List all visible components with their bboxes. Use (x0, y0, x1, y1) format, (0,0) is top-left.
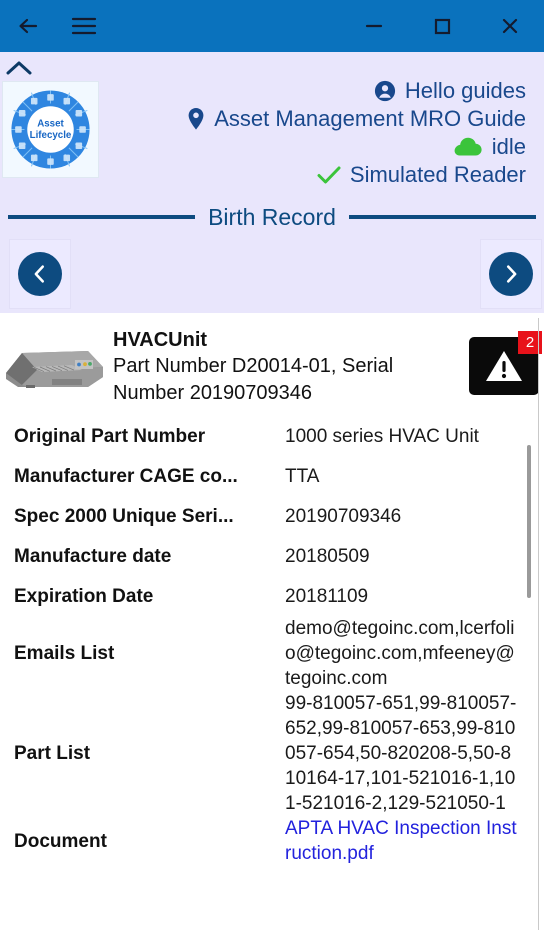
back-button[interactable] (0, 0, 56, 52)
asset-subtitle: Part Number D20014-01, Serial Number 201… (113, 355, 394, 404)
detail-value: demo@tegoinc.com,lcerfolio@tegoinc.com,m… (285, 618, 515, 689)
asset-detail-table: Original Part Number 1000 series HVAC Uni… (0, 416, 544, 866)
detail-value: TTA (285, 465, 320, 487)
previous-record-circle (18, 252, 62, 296)
close-icon (502, 18, 518, 34)
asset-name: HVACUnit (113, 329, 208, 351)
detail-label: Manufacture date (14, 545, 172, 567)
chevron-right-icon (506, 265, 517, 283)
hvac-unit-image (6, 351, 103, 388)
minimize-icon (365, 24, 383, 28)
guide-row: Asset Management MRO Guide (187, 106, 526, 132)
record-content: HVACUnit Part Number D20014-01, Serial N… (0, 313, 544, 930)
minimize-button[interactable] (340, 0, 408, 52)
logo-text-line2: Lifecycle (30, 130, 72, 141)
table-row: Expiration Date 20181109 (0, 576, 544, 616)
user-icon (374, 80, 396, 102)
page-title: Birth Record (208, 203, 336, 230)
record-title-bar: Birth Record (0, 199, 544, 235)
app-window: Asset Lifecycle Hello guides Asset Manag… (0, 0, 544, 930)
asset-lifecycle-logo: Asset Lifecycle (2, 81, 99, 178)
asset-thumbnail (2, 341, 107, 393)
detail-label: Manufacturer CAGE co... (14, 465, 238, 487)
table-row: Manufacturer CAGE co... TTA (0, 456, 544, 496)
close-button[interactable] (476, 0, 544, 52)
chevron-up-icon (6, 61, 32, 75)
table-row: Spec 2000 Unique Seri... 20190709346 (0, 496, 544, 536)
divider-left (8, 215, 196, 219)
record-navigation (0, 235, 544, 313)
detail-value-link[interactable]: APTA HVAC Inspection Instruction.pdf (285, 816, 544, 866)
window-titlebar (0, 0, 544, 52)
next-record-circle (489, 252, 533, 296)
divider-right (348, 215, 537, 219)
header-info-block: Hello guides Asset Management MRO Guide (187, 78, 526, 188)
detail-label: Spec 2000 Unique Seri... (14, 505, 234, 527)
detail-label: Original Part Number (14, 425, 206, 447)
asset-lifecycle-ring-icon: Asset Lifecycle (11, 90, 90, 169)
detail-value: 1000 series HVAC Unit (285, 425, 479, 447)
detail-value: 20181109 (285, 585, 369, 607)
location-pin-icon (187, 107, 205, 131)
table-row: Part List 99-810057-651,99-810057-652,99-… (0, 691, 544, 816)
previous-record-button[interactable] (9, 239, 71, 309)
asset-identity: HVACUnit Part Number D20014-01, Serial N… (113, 327, 463, 407)
guide-name-text: Asset Management MRO Guide (214, 106, 526, 131)
table-row: Manufacture date 20180509 (0, 536, 544, 576)
reader-row: Simulated Reader (317, 162, 526, 188)
collapse-header-button[interactable] (2, 56, 36, 80)
app-header: Asset Lifecycle Hello guides Asset Manag… (0, 52, 544, 199)
reader-text: Simulated Reader (349, 162, 526, 187)
alert-indicator: 2 (469, 331, 542, 395)
detail-label: Emails List (14, 643, 115, 664)
detail-value: 20180509 (285, 545, 370, 567)
detail-label: Document (14, 830, 107, 852)
logo-text-line1: Asset (37, 119, 64, 130)
maximize-button[interactable] (408, 0, 476, 52)
hamburger-menu-icon (71, 17, 97, 35)
asset-summary: HVACUnit Part Number D20014-01, Serial N… (0, 313, 544, 416)
detail-label: Expiration Date (14, 585, 154, 607)
table-row: Emails List demo@tegoinc.com,lcerfolio@te… (0, 616, 544, 691)
status-text: idle (491, 134, 526, 159)
table-row: Document APTA HVAC Inspection Instruction… (0, 816, 544, 866)
maximize-icon (434, 18, 451, 35)
greeting-text: Hello guides (404, 78, 526, 103)
arrow-left-icon (19, 18, 38, 34)
greeting-row: Hello guides (374, 78, 526, 104)
chevron-left-icon (34, 265, 45, 283)
status-row: idle (453, 134, 526, 160)
cloud-icon (453, 136, 483, 158)
detail-value: 99-810057-651,99-810057-652,99-810057-65… (285, 693, 517, 814)
next-record-button[interactable] (480, 239, 542, 309)
check-icon (317, 165, 341, 185)
detail-value: 20190709346 (285, 505, 402, 527)
menu-button[interactable] (56, 0, 112, 52)
detail-label: Part List (14, 743, 91, 764)
content-scrollbar-thumb[interactable] (527, 445, 531, 598)
table-row: Original Part Number 1000 series HVAC Uni… (0, 416, 544, 456)
content-scrollbar-track[interactable] (538, 318, 539, 930)
